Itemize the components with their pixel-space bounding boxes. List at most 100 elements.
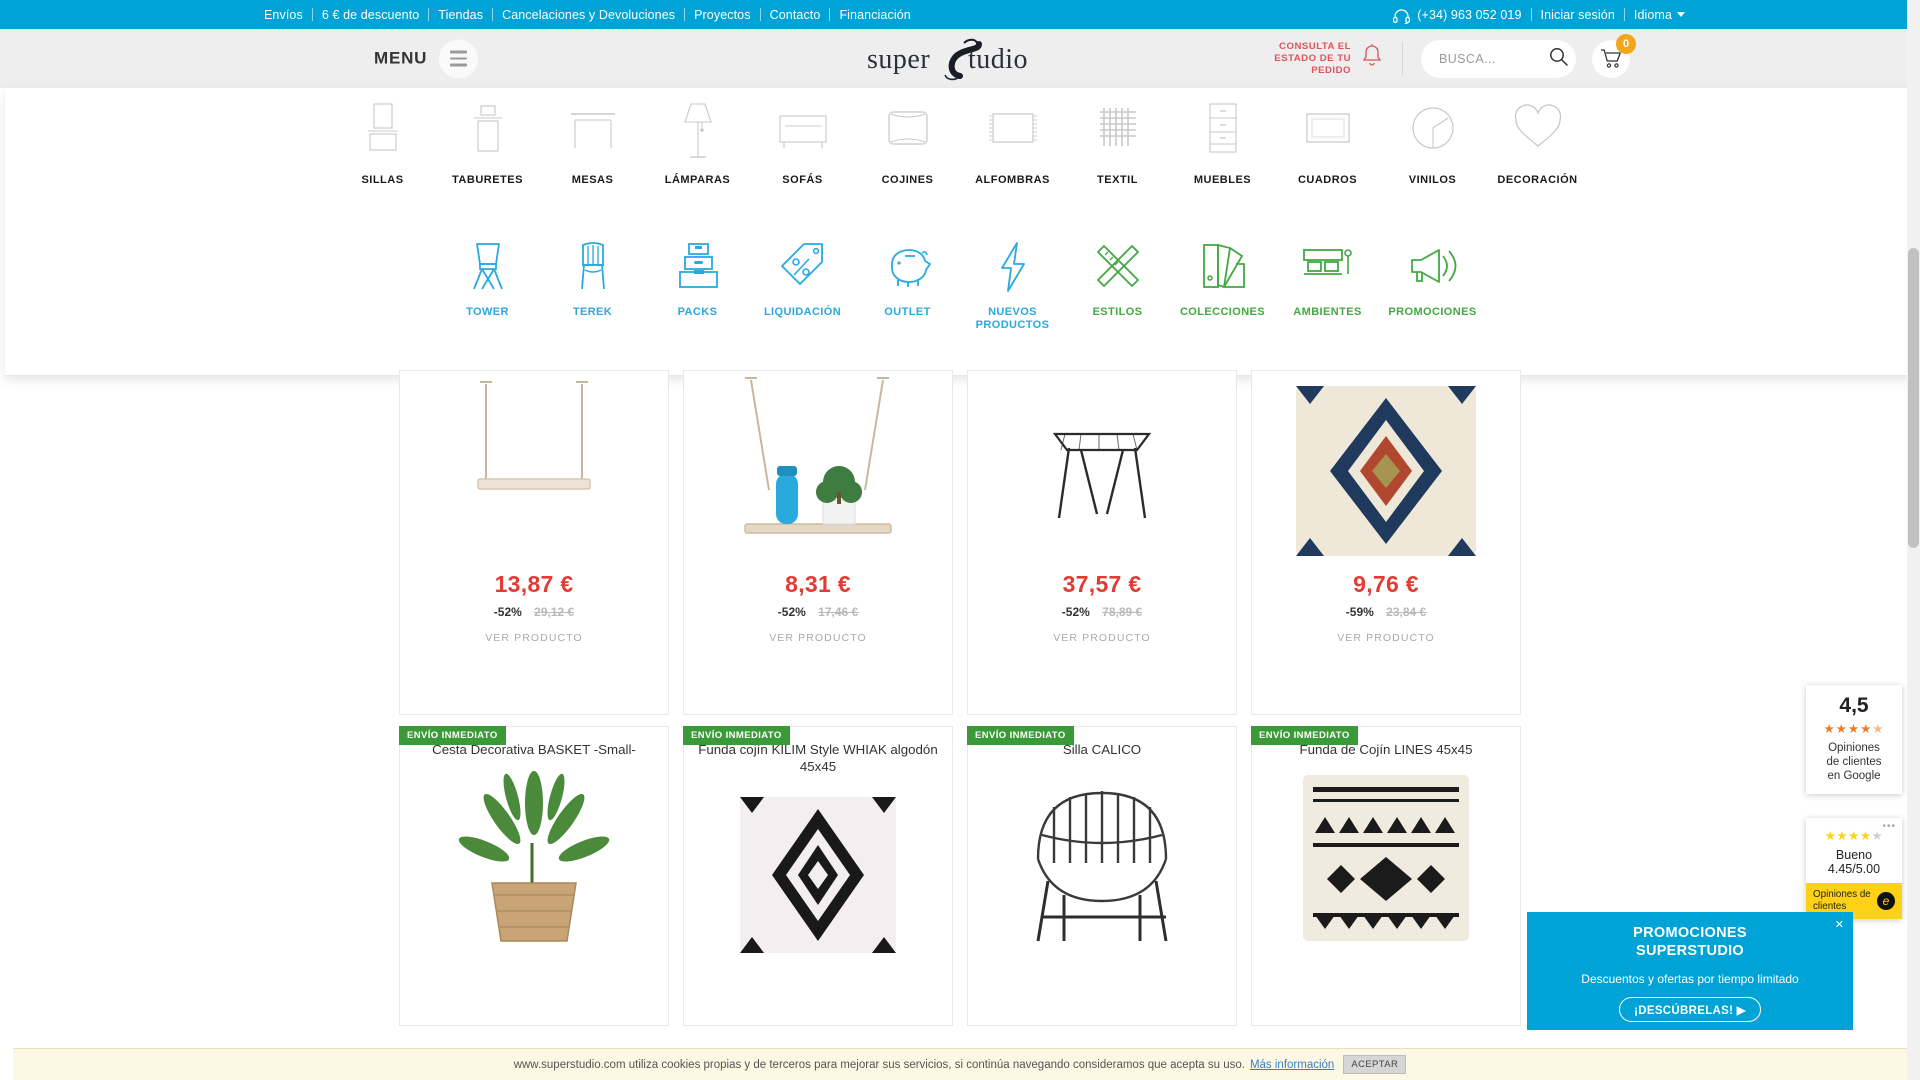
shipping-badge: ENVÍO INMEDIATO xyxy=(399,726,506,745)
category-lamparas[interactable]: LÁMPARAS xyxy=(645,98,750,186)
site-header: MENU super tudio CONSULTA EL ESTADO DE T… xyxy=(0,29,1920,88)
product-card[interactable]: 9,76 € -59% 23,84 € VER PRODUCTO xyxy=(1251,370,1521,715)
topbar-phone[interactable]: (+34) 963 052 019 xyxy=(1417,8,1530,22)
promo-banner-title: PROMOCIONES SUPERSTUDIO xyxy=(1527,924,1853,960)
view-product-link[interactable]: VER PRODUCTO xyxy=(684,632,952,644)
promo-tower[interactable]: TOWER xyxy=(435,238,540,332)
page-root: Envíos 6 € de descuento Tiendas Cancelac… xyxy=(0,0,1920,1080)
promo-colecciones[interactable]: COLECCIONES xyxy=(1170,238,1275,332)
promo-packs[interactable]: PACKS xyxy=(645,238,750,332)
product-price-old-row: -52% 78,89 € xyxy=(968,605,1236,619)
main-menu-button[interactable]: MENU xyxy=(374,39,479,78)
shipping-badge: ENVÍO INMEDIATO xyxy=(967,726,1074,745)
promo-banner-button[interactable]: ¡DESCÚBRELAS! ▶ xyxy=(1619,997,1761,1022)
category-cuadros[interactable]: CUADROS xyxy=(1275,98,1380,186)
rug-icon xyxy=(960,98,1065,160)
promo-banner-title-line1: PROMOCIONES xyxy=(1633,925,1747,941)
cart-button[interactable]: 0 xyxy=(1592,33,1636,78)
close-icon[interactable]: ✕ xyxy=(1835,918,1844,931)
category-taburetes[interactable]: TABURETES xyxy=(435,98,540,186)
view-product-link[interactable]: VER PRODUCTO xyxy=(968,632,1236,644)
promo-outlet[interactable]: OUTLET xyxy=(855,238,960,332)
topbar-login-link[interactable]: Iniciar sesión xyxy=(1532,8,1624,22)
topbar-language-select[interactable]: Idioma xyxy=(1625,8,1685,22)
product-card[interactable]: ENVÍO INMEDIATO Silla CALICO xyxy=(967,726,1237,1026)
promo-label: PROMOCIONES xyxy=(1388,306,1477,318)
product-card[interactable]: 13,87 € -52% 29,12 € VER PRODUCTO xyxy=(399,370,669,715)
category-decoracion[interactable]: DECORACIÓN xyxy=(1485,98,1590,186)
ekomi-reviews-widget[interactable]: ••• ★★★★★ Bueno 4.45/5.00 Opiniones de c… xyxy=(1806,818,1902,919)
product-card[interactable]: ENVÍO INMEDIATO Funda de Cojín LINES 45x… xyxy=(1251,726,1521,1026)
svg-text:super: super xyxy=(867,44,930,75)
category-sillas[interactable]: SILLAS xyxy=(330,98,435,186)
category-alfombras[interactable]: ALFOMBRAS xyxy=(960,98,1065,186)
widget-options-icon[interactable]: ••• xyxy=(1882,821,1896,832)
promo-promociones[interactable]: PROMOCIONES xyxy=(1380,238,1485,332)
product-discount: -52% xyxy=(1061,605,1090,619)
search-icon[interactable] xyxy=(1549,47,1568,71)
stars-full: ★★★★ xyxy=(1823,722,1873,736)
promotions-banner[interactable]: ✕ PROMOCIONES SUPERSTUDIO Descuentos y o… xyxy=(1527,912,1853,1030)
site-logo[interactable]: super tudio xyxy=(845,36,1075,82)
category-textil[interactable]: TEXTIL xyxy=(1065,98,1170,186)
page-scrollbar[interactable] xyxy=(1907,0,1920,1080)
search-input[interactable] xyxy=(1439,51,1549,66)
promo-estilos[interactable]: ESTILOS xyxy=(1065,238,1170,332)
topbar-link-tiendas[interactable]: Tiendas xyxy=(429,8,492,22)
google-reviews-widget[interactable]: 4,5 ★★★★★ Opiniones de clientes en Googl… xyxy=(1806,685,1902,794)
category-vinilos[interactable]: VINILOS xyxy=(1380,98,1485,186)
vinyl-icon xyxy=(1380,98,1485,160)
topbar-link-envios[interactable]: Envíos xyxy=(255,8,312,22)
product-card[interactable]: 8,31 € -52% 17,46 € VER PRODUCTO xyxy=(683,370,953,715)
google-label-line3: en Google xyxy=(1827,770,1881,782)
product-card[interactable]: 37,57 € -52% 78,89 € VER PRODUCTO xyxy=(967,370,1237,715)
promo-liquidacion[interactable]: LIQUIDACIÓN xyxy=(750,238,855,332)
tower-chair-icon xyxy=(435,238,540,296)
ekomi-logo-icon: e xyxy=(1877,892,1895,910)
product-image-hanging-shelf-rope xyxy=(400,371,668,571)
search-box[interactable] xyxy=(1421,39,1576,78)
hamburger-icon[interactable] xyxy=(439,39,479,78)
topbar-link-contacto[interactable]: Contacto xyxy=(761,8,830,22)
order-status-line1: CONSULTA EL xyxy=(1279,40,1351,52)
promo-terek[interactable]: TEREK xyxy=(540,238,645,332)
shipping-badge: ENVÍO INMEDIATO xyxy=(683,726,790,745)
promo-label: OUTLET xyxy=(884,306,931,318)
google-rating-score: 4,5 xyxy=(1839,694,1869,717)
color-samples-icon xyxy=(1170,238,1275,296)
order-status-line3: PEDIDO xyxy=(1311,64,1351,76)
cookie-more-info-link[interactable]: Más información xyxy=(1250,1059,1334,1071)
megaphone-icon xyxy=(1380,238,1485,296)
promo-nuevos-productos[interactable]: NUEVOS PRODUCTOS xyxy=(960,238,1065,332)
category-mesas[interactable]: MESAS xyxy=(540,98,645,186)
promo-ambientes[interactable]: AMBIENTES xyxy=(1275,238,1380,332)
stool-icon xyxy=(435,98,540,160)
chevron-down-icon xyxy=(1677,11,1685,17)
category-label: MUEBLES xyxy=(1193,174,1252,186)
order-status-link[interactable]: CONSULTA EL ESTADO DE TU PEDIDO xyxy=(1274,41,1351,77)
cookie-consent-bar: www.superstudio.com utiliza cookies prop… xyxy=(13,1048,1907,1080)
category-sofas[interactable]: SOFÁS xyxy=(750,98,855,186)
bell-icon[interactable] xyxy=(1360,43,1384,74)
category-muebles[interactable]: MUEBLES xyxy=(1170,98,1275,186)
headset-icon xyxy=(1393,9,1411,25)
topbar-link-financiacion[interactable]: Financiación xyxy=(830,8,919,22)
product-image-hanging-shelf-plant xyxy=(684,371,952,571)
divider xyxy=(1402,41,1403,76)
sofa-icon xyxy=(750,98,855,160)
stars-full: ★★★★ xyxy=(1824,829,1872,843)
category-label: TABURETES xyxy=(452,174,523,186)
view-product-link[interactable]: VER PRODUCTO xyxy=(400,632,668,644)
cookie-accept-button[interactable]: ACEPTAR xyxy=(1343,1055,1407,1074)
scrollbar-thumb[interactable] xyxy=(1908,248,1919,548)
topbar-link-proyectos[interactable]: Proyectos xyxy=(685,8,759,22)
product-card[interactable]: ENVÍO INMEDIATO Funda cojín KILIM Style … xyxy=(683,726,953,1026)
category-cojines[interactable]: COJINES xyxy=(855,98,960,186)
category-label: CUADROS xyxy=(1297,174,1358,186)
view-product-link[interactable]: VER PRODUCTO xyxy=(1252,632,1520,644)
product-card[interactable]: ENVÍO INMEDIATO Cesta Decorativa BASKET … xyxy=(399,726,669,1026)
topbar-link-cancelaciones[interactable]: Cancelaciones y Devoluciones xyxy=(493,8,684,22)
google-rating-stars: ★★★★★ xyxy=(1823,722,1885,736)
piggy-bank-icon xyxy=(855,238,960,296)
topbar-link-descuento[interactable]: 6 € de descuento xyxy=(313,8,429,22)
